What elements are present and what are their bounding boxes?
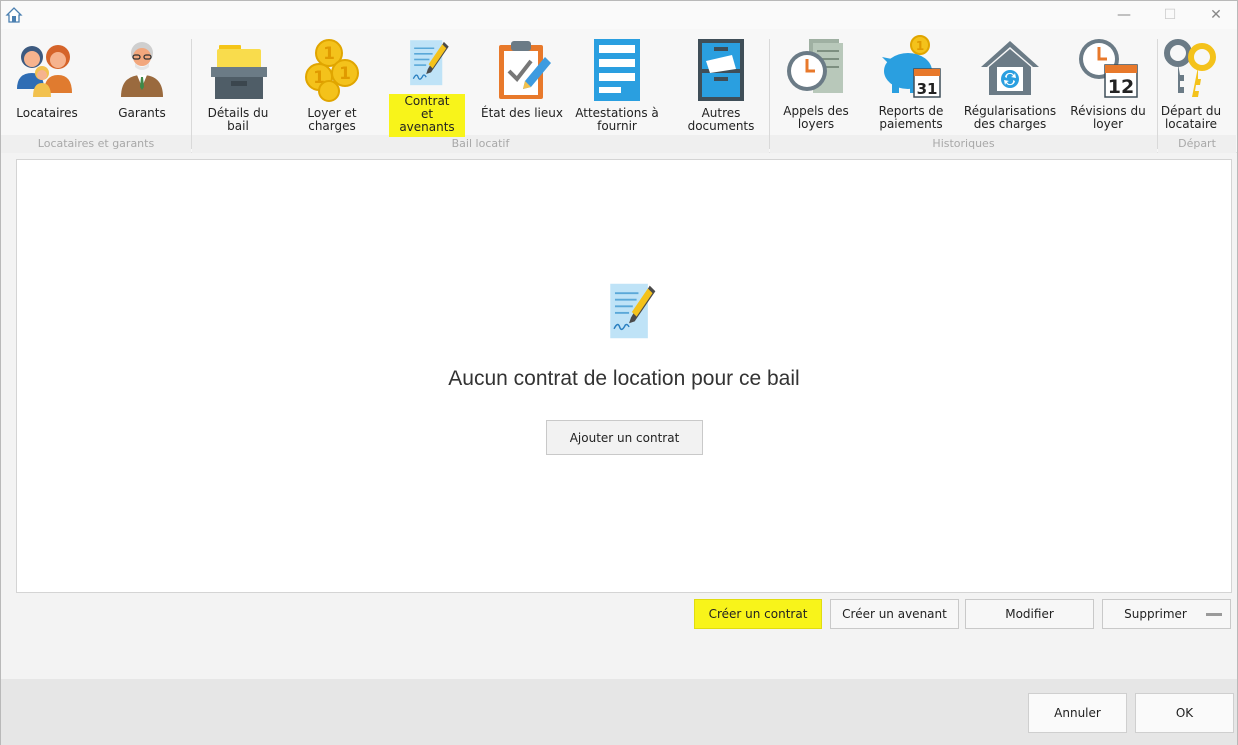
add-contract-button[interactable]: Ajouter un contrat bbox=[546, 420, 703, 455]
empty-state-message: Aucun contrat de location pour ce bail bbox=[448, 367, 800, 390]
group-label-lease: Bail locatif bbox=[451, 137, 510, 150]
close-button[interactable]: ✕ bbox=[1193, 1, 1238, 29]
ribbon-label: Autres documents bbox=[687, 106, 755, 133]
ribbon-label: Loyer et charges bbox=[307, 106, 357, 133]
ribbon-separator bbox=[191, 39, 192, 149]
ribbon-label: État des lieux bbox=[481, 106, 563, 120]
guarantor-icon bbox=[121, 42, 163, 97]
house-icon bbox=[5, 7, 23, 23]
title-bar: — ☐ ✕ bbox=[1, 1, 1237, 29]
attestation-icon bbox=[594, 39, 640, 101]
ribbon-button-contrat-avenants[interactable]: Contrat et avenants bbox=[389, 37, 465, 137]
ribbon-button-appels-loyers[interactable]: Appels des loyers bbox=[781, 35, 851, 135]
minimize-button[interactable]: — bbox=[1101, 1, 1147, 29]
clock-bills-icon bbox=[787, 39, 843, 93]
cancel-button[interactable]: Annuler bbox=[1028, 693, 1127, 733]
group-label-departure: Départ bbox=[1178, 137, 1216, 150]
ribbon-button-garants[interactable]: Garants bbox=[108, 37, 176, 137]
clipboard-check-icon bbox=[499, 41, 551, 99]
group-label-tenants: Locataires et garants bbox=[37, 137, 155, 150]
ribbon-button-revisions-loyer[interactable]: 12 Révisions du loyer bbox=[1069, 35, 1147, 135]
modify-button[interactable]: Modifier bbox=[965, 599, 1094, 629]
ribbon-label: Détails du bail bbox=[207, 106, 269, 133]
calendar-day-label: 12 bbox=[1108, 76, 1134, 98]
keys-icon bbox=[1164, 39, 1216, 97]
ok-button[interactable]: OK bbox=[1135, 693, 1234, 733]
ribbon-button-etat-lieux[interactable]: État des lieux bbox=[479, 37, 565, 137]
piggy-calendar-icon: 1 31 bbox=[882, 35, 941, 98]
ribbon-label: Garants bbox=[118, 106, 166, 120]
group-label-history: Historiques bbox=[932, 137, 995, 150]
ribbon-label: Révisions du loyer bbox=[1070, 104, 1146, 131]
tenants-icon bbox=[17, 45, 72, 97]
clock-calendar-icon: 12 bbox=[1079, 39, 1138, 98]
coins-icon: 1 1 1 bbox=[305, 39, 359, 102]
contract-icon bbox=[610, 283, 656, 339]
create-amendment-button[interactable]: Créer un avenant bbox=[830, 599, 959, 629]
ribbon-label: Locataires bbox=[16, 106, 78, 120]
ribbon-button-reports-paiements[interactable]: 1 31 Reports de paiements bbox=[873, 35, 949, 135]
calendar-day-label: 31 bbox=[917, 80, 938, 98]
delete-button[interactable]: Supprimer bbox=[1102, 599, 1231, 629]
file-cabinet-icon bbox=[698, 39, 744, 101]
ribbon-label: Reports de paiements bbox=[878, 104, 944, 131]
house-refresh-icon bbox=[981, 41, 1039, 95]
svg-text:1: 1 bbox=[916, 39, 924, 53]
folder-box-icon bbox=[211, 45, 267, 99]
contract-list-panel: Aucun contrat de location pour ce bail A… bbox=[16, 159, 1232, 593]
ribbon-label: Attestations à fournir bbox=[575, 106, 659, 133]
minus-icon bbox=[1206, 613, 1222, 616]
ribbon-button-autres-documents[interactable]: Autres documents bbox=[683, 37, 759, 137]
ribbon-separator bbox=[769, 39, 770, 149]
ribbon-button-depart-locataire[interactable]: Départ du locataire bbox=[1159, 35, 1223, 135]
ribbon-toolbar: Locataires Garants Détails du bail 1 1 1… bbox=[1, 29, 1237, 153]
ribbon-label: Contrat et avenants bbox=[389, 94, 465, 137]
ribbon-button-locataires[interactable]: Locataires bbox=[13, 37, 81, 137]
ribbon-button-loyer-charges[interactable]: 1 1 1 Loyer et charges bbox=[297, 37, 367, 137]
ribbon-label: Régularisations des charges bbox=[963, 104, 1057, 131]
delete-button-label: Supprimer bbox=[1124, 607, 1187, 621]
maximize-button[interactable]: ☐ bbox=[1147, 1, 1193, 29]
ribbon-label: Départ du locataire bbox=[1160, 104, 1222, 131]
svg-text:1: 1 bbox=[339, 64, 351, 84]
create-contract-button[interactable]: Créer un contrat bbox=[694, 599, 822, 629]
contract-icon bbox=[410, 40, 449, 86]
ribbon-button-attestations[interactable]: Attestations à fournir bbox=[573, 37, 661, 137]
ribbon-button-regularisations[interactable]: Régularisations des charges bbox=[963, 35, 1057, 135]
svg-text:1: 1 bbox=[323, 44, 335, 64]
dialog-window: — ☐ ✕ Locataires Garants Détails du bail… bbox=[0, 0, 1238, 745]
ribbon-button-details-bail[interactable]: Détails du bail bbox=[195, 37, 281, 137]
ribbon-label: Appels des loyers bbox=[783, 104, 849, 131]
